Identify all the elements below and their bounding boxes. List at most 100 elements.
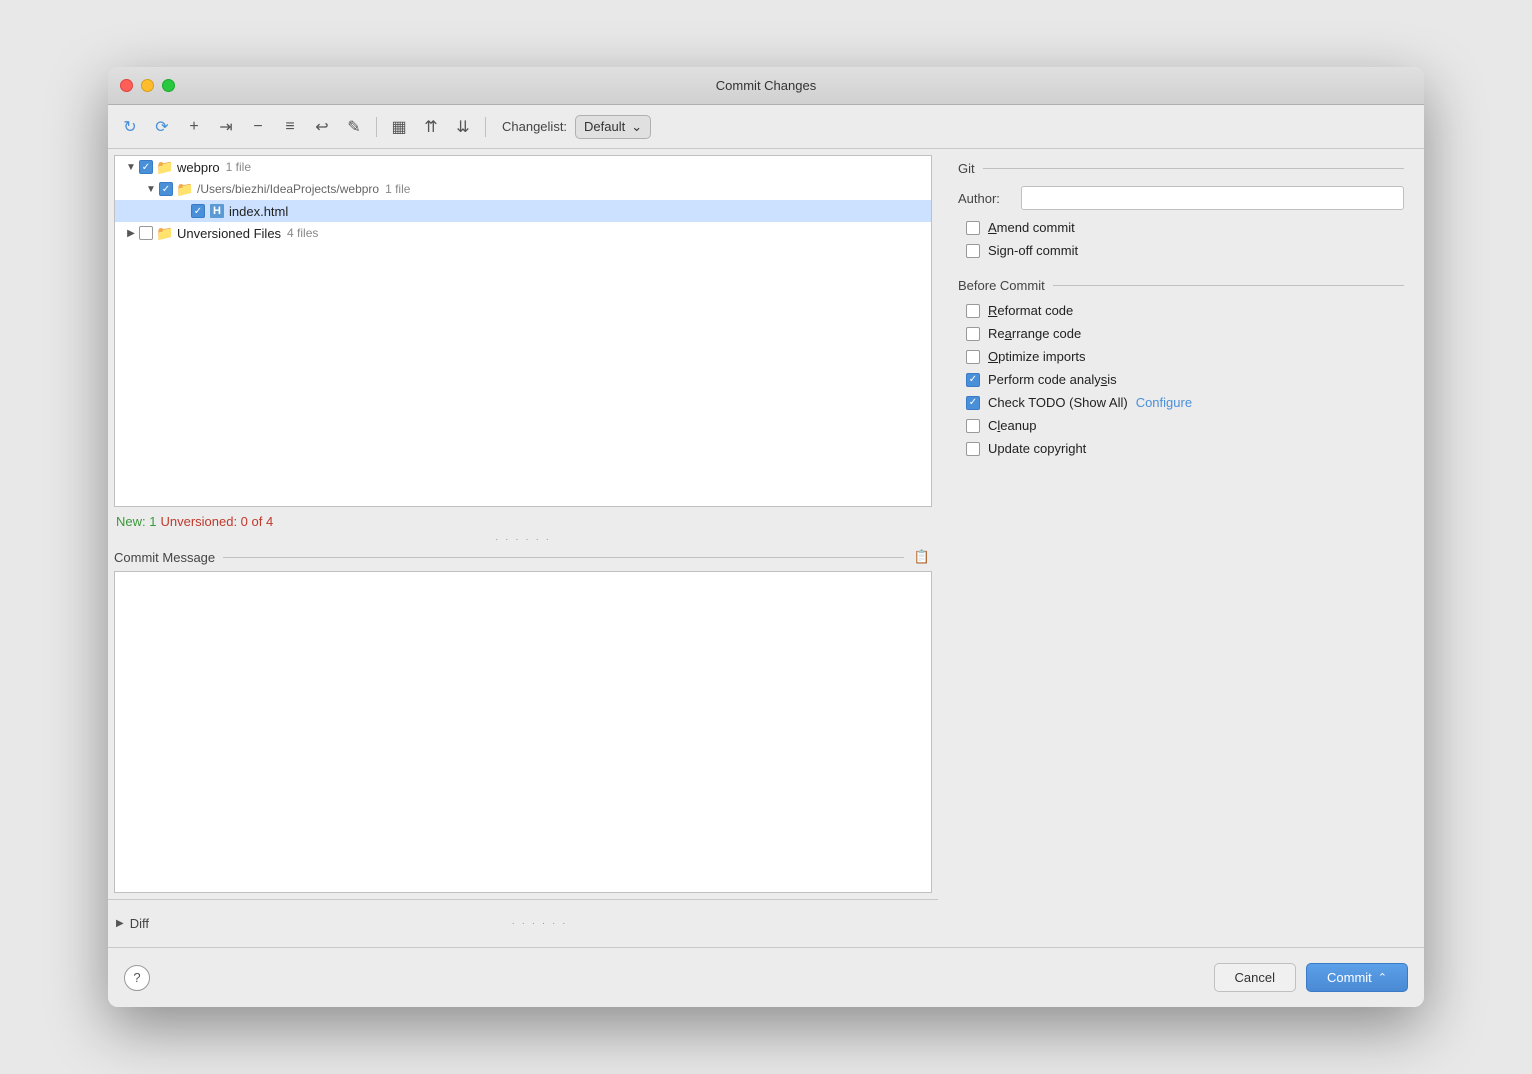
commit-button-label: Commit xyxy=(1327,970,1372,985)
bottom-bar: ? Cancel Commit ⌃ xyxy=(108,947,1424,1007)
check-todo-row: ✓ Check TODO (Show All) Configure xyxy=(958,395,1404,410)
author-input[interactable] xyxy=(1021,186,1404,210)
diff-resize-dots: · · · · · · xyxy=(512,918,568,929)
close-button[interactable] xyxy=(120,79,133,92)
commit-button[interactable]: Commit ⌃ xyxy=(1306,963,1408,992)
diff-label: Diff xyxy=(130,916,149,931)
remove-button[interactable]: − xyxy=(244,113,272,141)
commit-message-divider xyxy=(223,557,904,558)
checkbox-unversioned[interactable] xyxy=(139,226,153,240)
tree-row-unversioned[interactable]: ▶ 📁 Unversioned Files 4 files xyxy=(115,222,931,244)
main-content: ▼ ✓ 📁 webpro 1 file ▼ ✓ 📁 /Users/biezhi/… xyxy=(108,149,1424,947)
add-button[interactable]: + xyxy=(180,113,208,141)
count-path: 1 file xyxy=(385,182,410,196)
tree-row-webpro[interactable]: ▼ ✓ 📁 webpro 1 file xyxy=(115,156,931,178)
sync-button[interactable]: ⟳ xyxy=(148,113,176,141)
folder-icon-webpro: 📁 xyxy=(157,159,173,175)
rearrange-code-checkbox[interactable] xyxy=(966,327,980,341)
signoff-commit-checkbox[interactable] xyxy=(966,244,980,258)
changelist-arrow-icon: ⌄ xyxy=(631,119,642,135)
status-bar: New: 1 Unversioned: 0 of 4 xyxy=(108,507,938,535)
cleanup-label[interactable]: Cleanup xyxy=(988,418,1036,433)
reformat-code-row: Reformat code xyxy=(958,303,1404,318)
label-path: /Users/biezhi/IdeaProjects/webpro xyxy=(197,182,379,196)
commit-message-label: Commit Message xyxy=(114,550,215,565)
maximize-button[interactable] xyxy=(162,79,175,92)
file-icon-index: H xyxy=(209,203,225,219)
rearrange-code-row: Rearrange code xyxy=(958,326,1404,341)
reformat-code-label[interactable]: Reformat code xyxy=(988,303,1073,318)
update-copyright-label[interactable]: Update copyright xyxy=(988,441,1086,456)
check-todo-checkbox[interactable]: ✓ xyxy=(966,396,980,410)
before-commit-header: Before Commit xyxy=(958,278,1404,293)
edit-button[interactable]: ✎ xyxy=(340,113,368,141)
view-button[interactable]: ▦ xyxy=(385,113,413,141)
perform-code-analysis-label[interactable]: Perform code analysis xyxy=(988,372,1117,387)
amend-commit-checkbox[interactable] xyxy=(966,221,980,235)
undo-button[interactable]: ↩ xyxy=(308,113,336,141)
perform-code-analysis-checkbox[interactable]: ✓ xyxy=(966,373,980,387)
arrow-unversioned[interactable]: ▶ xyxy=(123,225,139,241)
configure-link[interactable]: Configure xyxy=(1136,395,1192,410)
label-webpro: webpro xyxy=(177,160,220,175)
status-unversioned: Unversioned: 0 of 4 xyxy=(160,514,273,529)
git-section-header: Git xyxy=(958,161,1404,176)
toolbar: ↻ ⟳ + ⇥ − ≡ ↩ ✎ ▦ ⇈ ⇊ Changelist: Defaul… xyxy=(108,105,1424,149)
diff-arrow-icon: ▶ xyxy=(116,918,124,929)
label-unversioned: Unversioned Files xyxy=(177,226,281,241)
changelist-dropdown[interactable]: Default ⌄ xyxy=(575,115,651,139)
expand-button[interactable]: ⇈ xyxy=(417,113,445,141)
title-bar: Commit Changes xyxy=(108,67,1424,105)
changelist-label: Changelist: xyxy=(502,119,567,134)
commit-message-section: Commit Message 📋 xyxy=(108,543,938,899)
amend-commit-row: Amend commit xyxy=(958,220,1404,235)
count-webpro: 1 file xyxy=(226,160,251,174)
commit-changes-window: Commit Changes ↻ ⟳ + ⇥ − ≡ ↩ ✎ ▦ ⇈ ⇊ Cha… xyxy=(108,67,1424,1007)
rearrange-code-label[interactable]: Rearrange code xyxy=(988,326,1081,341)
optimize-imports-label[interactable]: Optimize imports xyxy=(988,349,1086,364)
cleanup-row: Cleanup xyxy=(958,418,1404,433)
arrow-path[interactable]: ▼ xyxy=(143,181,159,197)
commit-message-header: Commit Message 📋 xyxy=(114,543,932,571)
help-button[interactable]: ? xyxy=(124,965,150,991)
update-copyright-checkbox[interactable] xyxy=(966,442,980,456)
group-button[interactable]: ≡ xyxy=(276,113,304,141)
toolbar-divider-1 xyxy=(376,117,377,137)
optimize-imports-row: Optimize imports xyxy=(958,349,1404,364)
file-tree[interactable]: ▼ ✓ 📁 webpro 1 file ▼ ✓ 📁 /Users/biezhi/… xyxy=(114,155,932,507)
arrow-webpro[interactable]: ▼ xyxy=(123,159,139,175)
commit-button-arrow-icon: ⌃ xyxy=(1378,971,1387,984)
cancel-button[interactable]: Cancel xyxy=(1214,963,1296,992)
checkbox-webpro[interactable]: ✓ xyxy=(139,160,153,174)
signoff-commit-label[interactable]: Sign-off commit xyxy=(988,243,1078,258)
diff-section[interactable]: ▶ Diff · · · · · · xyxy=(108,899,938,947)
traffic-lights xyxy=(120,79,175,92)
folder-icon-path: 📁 xyxy=(177,181,193,197)
changelist-value: Default xyxy=(584,119,625,134)
reformat-code-checkbox[interactable] xyxy=(966,304,980,318)
count-unversioned: 4 files xyxy=(287,226,318,240)
checkbox-path[interactable]: ✓ xyxy=(159,182,173,196)
amend-commit-label[interactable]: Amend commit xyxy=(988,220,1075,235)
optimize-imports-checkbox[interactable] xyxy=(966,350,980,364)
collapse-button[interactable]: ⇊ xyxy=(449,113,477,141)
refresh-button[interactable]: ↻ xyxy=(116,113,144,141)
status-new: New: 1 xyxy=(116,514,156,529)
checkbox-index[interactable]: ✓ xyxy=(191,204,205,218)
signoff-commit-row: Sign-off commit xyxy=(958,243,1404,258)
tree-row-path[interactable]: ▼ ✓ 📁 /Users/biezhi/IdeaProjects/webpro … xyxy=(115,178,931,200)
commit-message-icon[interactable]: 📋 xyxy=(912,547,932,567)
perform-code-analysis-row: ✓ Perform code analysis xyxy=(958,372,1404,387)
cleanup-checkbox[interactable] xyxy=(966,419,980,433)
check-todo-label[interactable]: Check TODO (Show All) xyxy=(988,395,1128,410)
move-button[interactable]: ⇥ xyxy=(212,113,240,141)
author-label: Author: xyxy=(958,191,1013,206)
commit-message-input[interactable] xyxy=(114,571,932,893)
minimize-button[interactable] xyxy=(141,79,154,92)
window-title: Commit Changes xyxy=(716,78,816,93)
resize-handle-top[interactable]: · · · · · · xyxy=(108,535,938,543)
folder-icon-unversioned: 📁 xyxy=(157,225,173,241)
tree-row-index-html[interactable]: ✓ H index.html xyxy=(115,200,931,222)
toolbar-divider-2 xyxy=(485,117,486,137)
arrow-index xyxy=(175,203,191,219)
